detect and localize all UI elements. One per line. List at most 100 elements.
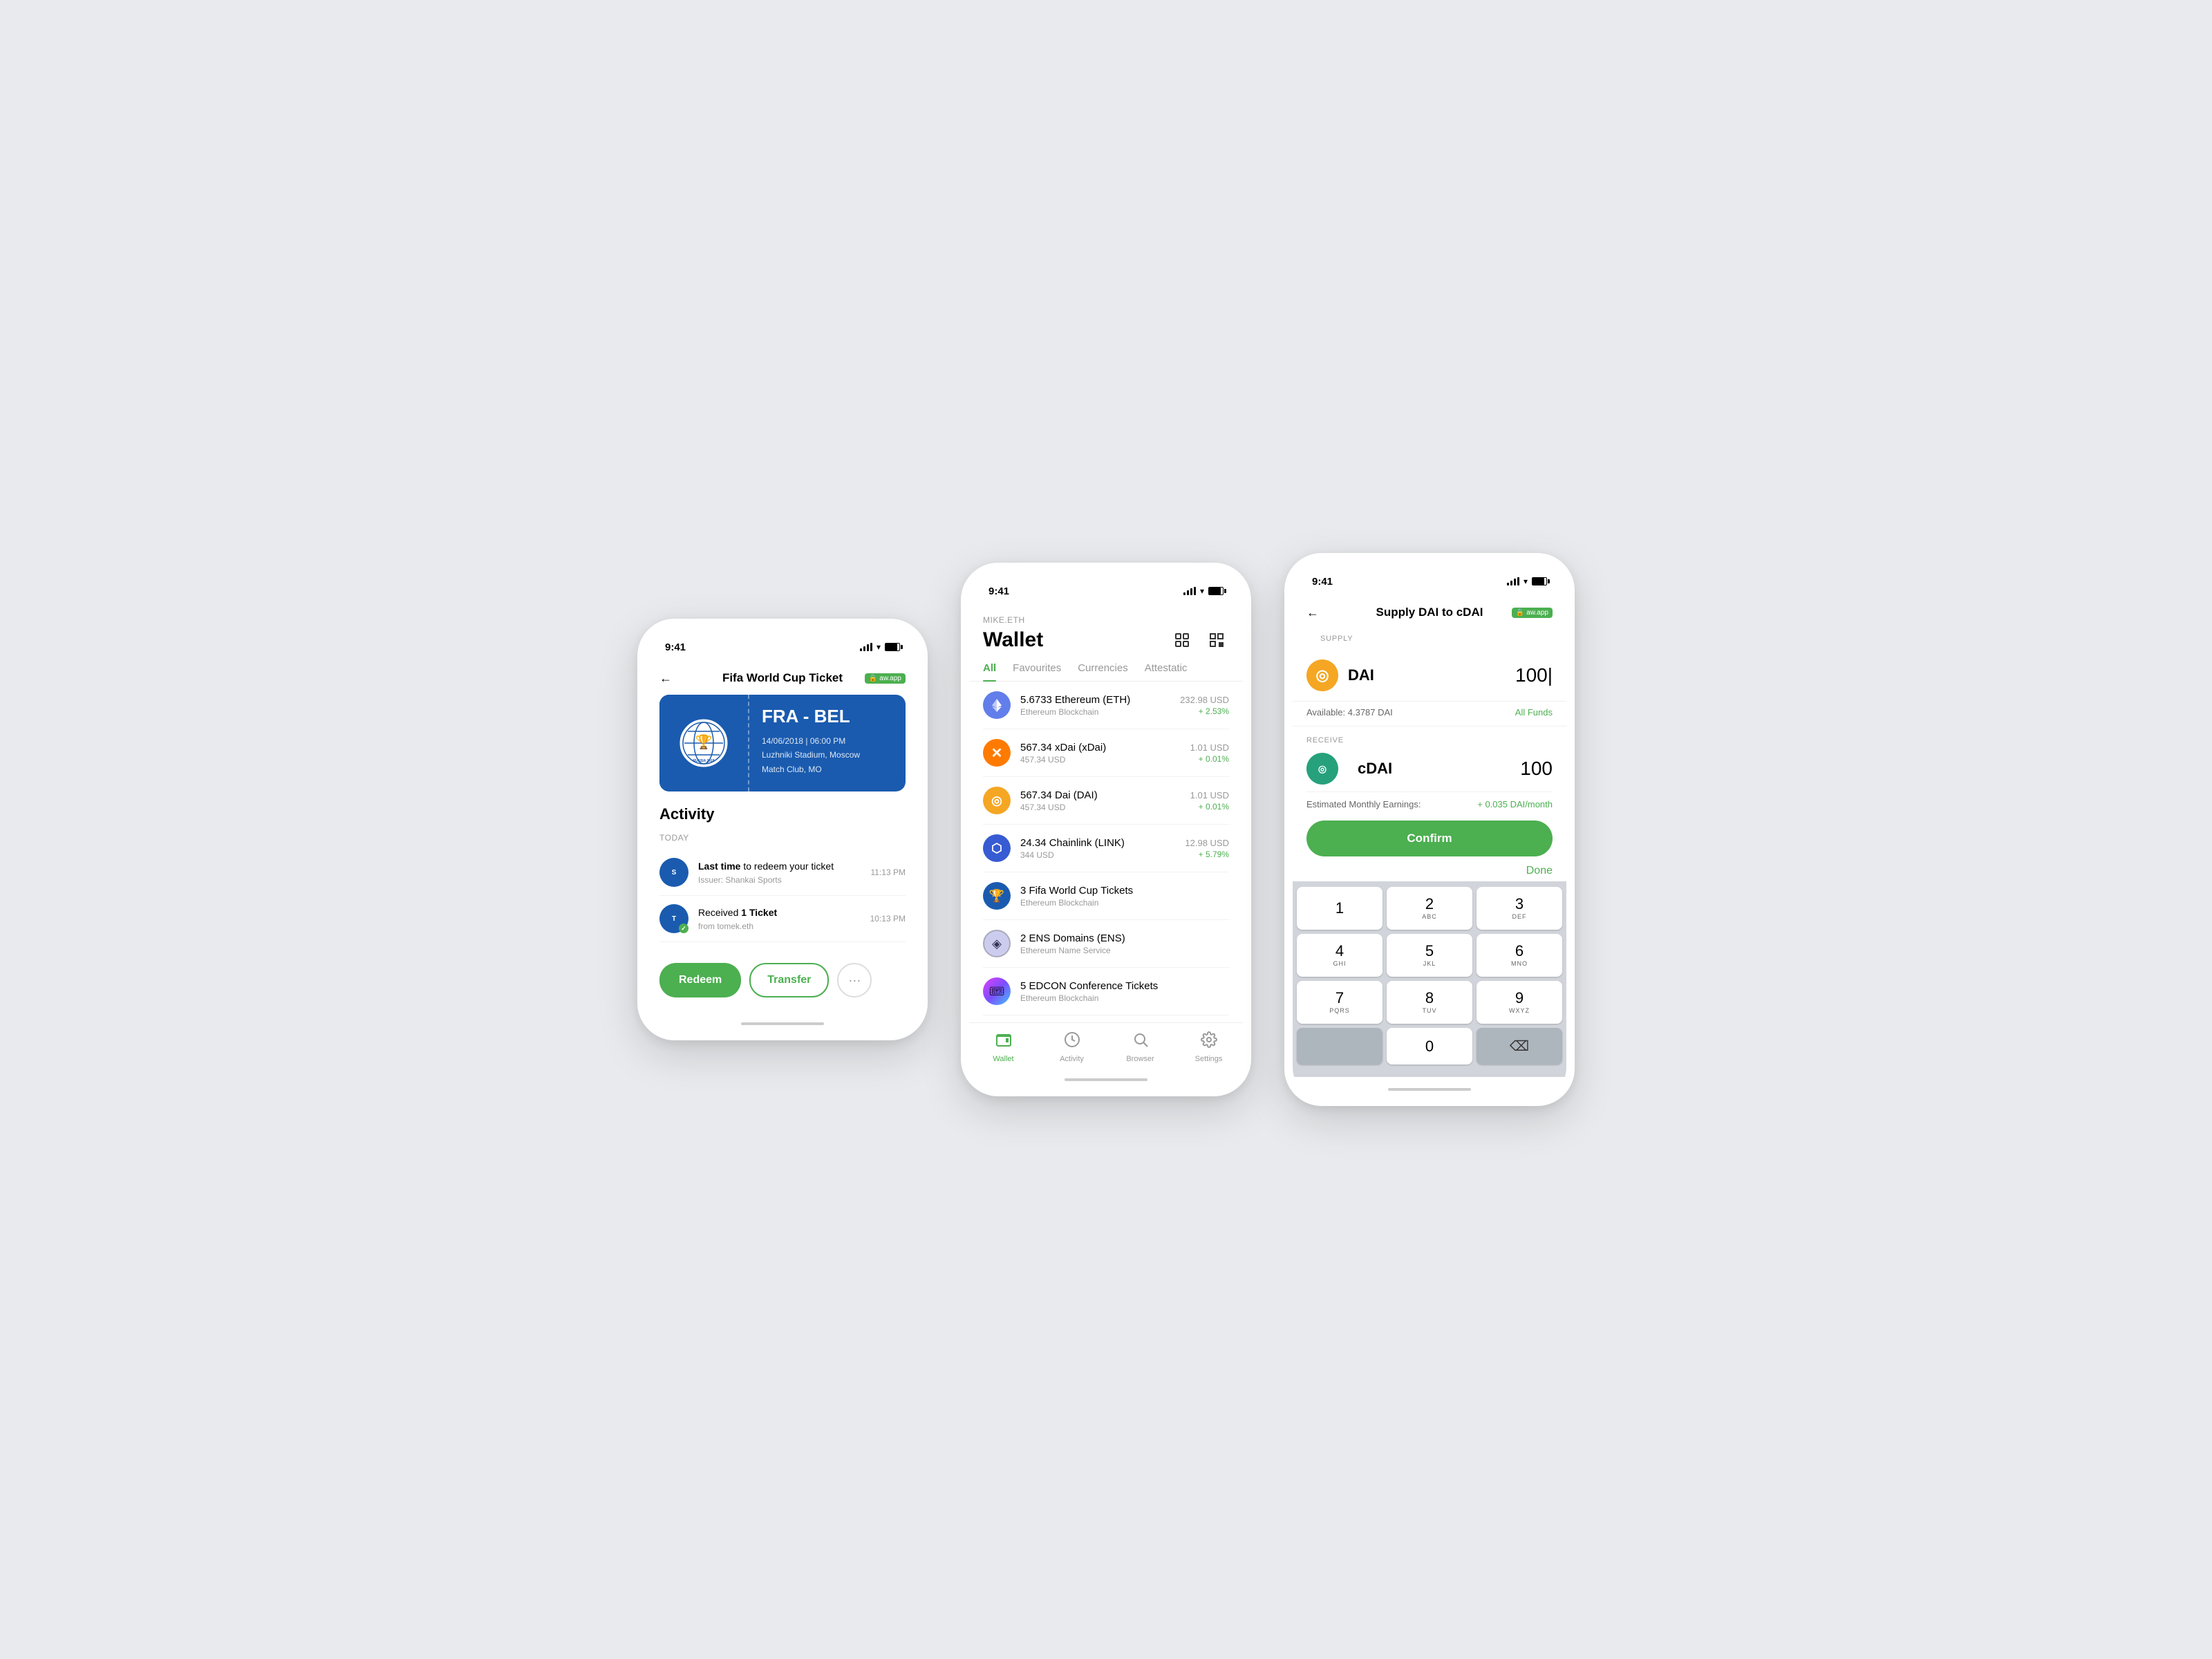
- token-name-eth: 5.6733 Ethereum (ETH): [1020, 694, 1170, 706]
- token-info-xdai: 567.34 xDai (xDai) 457.34 USD: [1020, 742, 1181, 765]
- edcon-icon: 🎟: [983, 977, 1011, 1005]
- numpad-6-alpha: MNO: [1511, 960, 1528, 967]
- all-funds-button[interactable]: All Funds: [1515, 707, 1553, 718]
- nav-settings[interactable]: Settings: [1188, 1031, 1230, 1063]
- token-info-dai: 567.34 Dai (DAI) 457.34 USD: [1020, 789, 1181, 812]
- aw-badge-1: 🔒 aw.app: [865, 673, 906, 684]
- more-button[interactable]: ···: [837, 963, 872, 997]
- supply-label-wrapper: SUPPLY: [1293, 629, 1566, 653]
- numpad-2-alpha: ABC: [1422, 913, 1437, 920]
- token-value-xdai: 1.01 USD + 0.01%: [1190, 742, 1229, 764]
- activity-section: Activity TODAY S Last time to redeem you…: [646, 805, 919, 942]
- ticket-card: 🏆 RUSSIA 2018 FRA - BEL 14/06/2018 | 06:…: [659, 695, 906, 791]
- numpad-6[interactable]: 6 MNO: [1477, 934, 1562, 977]
- numpad-empty: [1297, 1028, 1382, 1065]
- tab-favourites[interactable]: Favourites: [1013, 662, 1061, 681]
- nav-wallet-label: Wallet: [993, 1055, 1013, 1063]
- phone-ticket-inner: 9:41 ▾ ← Fifa World Cup Ticket 🔒 aw.app: [646, 627, 919, 1032]
- activity-text-2: Received 1 Ticket from tomek.eth: [698, 906, 861, 931]
- browser-nav-icon: [1132, 1031, 1149, 1052]
- ticket-actions: Redeem Transfer ···: [646, 949, 919, 1011]
- token-eth[interactable]: 5.6733 Ethereum (ETH) Ethereum Blockchai…: [983, 682, 1229, 729]
- nav-settings-label: Settings: [1195, 1055, 1223, 1063]
- nav-activity-label: Activity: [1060, 1055, 1084, 1063]
- supply-token-name: DAI: [1348, 666, 1506, 684]
- token-value-link: 12.98 USD + 5.79%: [1185, 838, 1229, 859]
- signal-icon-3: [1507, 577, 1519, 585]
- activity-text-1: Last time to redeem your ticket Issuer: …: [698, 860, 861, 885]
- token-usd-eth: 232.98 USD: [1180, 695, 1229, 705]
- numpad-8[interactable]: 8 TUV: [1387, 981, 1472, 1024]
- receive-token-name: cDAI: [1358, 760, 1392, 778]
- status-time-1: 9:41: [665, 641, 686, 653]
- supply-available: Available: 4.3787 DAI All Funds: [1293, 702, 1566, 727]
- battery-icon-2: [1208, 587, 1224, 595]
- qr-icon[interactable]: [1204, 628, 1229, 653]
- numpad-row-4: 0 ⌫: [1297, 1028, 1562, 1065]
- settings-nav-icon: [1201, 1031, 1217, 1052]
- phone-supply: 9:41 ▾ ← Supply DAI to cDAI 🔒 aw.app: [1284, 553, 1575, 1106]
- phone-wallet-inner: 9:41 ▾ MIKE.ETH Wallet: [969, 571, 1243, 1088]
- token-name-fifa: 3 Fifa World Cup Tickets: [1020, 885, 1219, 897]
- transfer-button[interactable]: Transfer: [749, 963, 829, 997]
- activity-highlight-1: Last time: [698, 861, 740, 872]
- token-change-dai: + 0.01%: [1190, 802, 1229, 812]
- token-chain-xdai: 457.34 USD: [1020, 755, 1181, 765]
- numpad-5[interactable]: 5 JKL: [1387, 934, 1472, 977]
- xdai-icon: ✕: [983, 739, 1011, 767]
- redeem-button[interactable]: Redeem: [659, 963, 741, 997]
- token-xdai[interactable]: ✕ 567.34 xDai (xDai) 457.34 USD 1.01 USD…: [983, 729, 1229, 777]
- token-fifa[interactable]: 🏆 3 Fifa World Cup Tickets Ethereum Bloc…: [983, 872, 1229, 920]
- status-bar-1: 9:41 ▾: [646, 627, 919, 662]
- supply-header: ← Supply DAI to cDAI 🔒 aw.app: [1293, 596, 1566, 629]
- ticket-right: FRA - BEL 14/06/2018 | 06:00 PM Luzhniki…: [749, 695, 906, 791]
- today-label: TODAY: [659, 833, 906, 843]
- wifi-icon-1: ▾: [877, 642, 881, 652]
- nav-activity[interactable]: Activity: [1051, 1031, 1093, 1063]
- activity-avatar-1: S: [659, 858, 688, 887]
- numpad-9[interactable]: 9 WXYZ: [1477, 981, 1562, 1024]
- tab-all[interactable]: All: [983, 662, 996, 681]
- numpad-2[interactable]: 2 ABC: [1387, 887, 1472, 930]
- scan-icon[interactable]: [1170, 628, 1194, 653]
- signal-icon-1: [860, 643, 872, 651]
- ticket-club: Match Club, MO: [762, 762, 893, 776]
- token-link[interactable]: ⬡ 24.34 Chainlink (LINK) 344 USD 12.98 U…: [983, 825, 1229, 872]
- token-info-edcon: 5 EDCON Conference Tickets Ethereum Bloc…: [1020, 980, 1219, 1003]
- link-icon: ⬡: [983, 834, 1011, 862]
- numpad-4-alpha: GHI: [1333, 960, 1346, 967]
- numpad-done[interactable]: Done: [1293, 856, 1566, 881]
- confirm-button[interactable]: Confirm: [1306, 821, 1553, 856]
- numpad-delete[interactable]: ⌫: [1477, 1028, 1562, 1065]
- supply-amount-input[interactable]: 100|: [1515, 664, 1553, 686]
- aw-badge-text-1: aw.app: [879, 675, 901, 682]
- nav-wallet[interactable]: Wallet: [983, 1031, 1024, 1063]
- nav-browser[interactable]: Browser: [1120, 1031, 1161, 1063]
- token-edcon[interactable]: 🎟 5 EDCON Conference Tickets Ethereum Bl…: [983, 968, 1229, 1015]
- numpad-7[interactable]: 7 PQRS: [1297, 981, 1382, 1024]
- numpad-0[interactable]: 0: [1387, 1028, 1472, 1065]
- activity-sub-1: Issuer: Shankai Sports: [698, 875, 861, 885]
- numpad-1[interactable]: 1: [1297, 887, 1382, 930]
- tab-attestatic[interactable]: Attestatic: [1145, 662, 1188, 681]
- eth-icon: [983, 691, 1011, 719]
- numpad-8-num: 8: [1425, 991, 1434, 1006]
- token-dai[interactable]: ◎ 567.34 Dai (DAI) 457.34 USD 1.01 USD +…: [983, 777, 1229, 825]
- tab-currencies[interactable]: Currencies: [1078, 662, 1128, 681]
- numpad-3[interactable]: 3 DEF: [1477, 887, 1562, 930]
- nav-browser-label: Browser: [1126, 1055, 1154, 1063]
- status-icons-3: ▾: [1507, 577, 1547, 586]
- status-icons-1: ▾: [860, 642, 900, 652]
- numpad-4[interactable]: 4 GHI: [1297, 934, 1382, 977]
- back-button-3[interactable]: ←: [1306, 606, 1319, 620]
- token-ens[interactable]: ◈ 2 ENS Domains (ENS) Ethereum Name Serv…: [983, 920, 1229, 968]
- back-button-1[interactable]: ←: [659, 671, 672, 686]
- token-chain-link: 344 USD: [1020, 850, 1175, 860]
- fifa-logo: 🏆 RUSSIA 2018: [679, 719, 728, 767]
- wallet-header: MIKE.ETH Wallet: [969, 606, 1243, 653]
- numpad-3-num: 3: [1515, 897, 1524, 912]
- token-usd-xdai: 1.01 USD: [1190, 742, 1229, 753]
- token-list: 5.6733 Ethereum (ETH) Ethereum Blockchai…: [969, 682, 1243, 1015]
- numpad-row-1: 1 2 ABC 3 DEF: [1297, 887, 1562, 930]
- signal-icon-2: [1183, 587, 1196, 595]
